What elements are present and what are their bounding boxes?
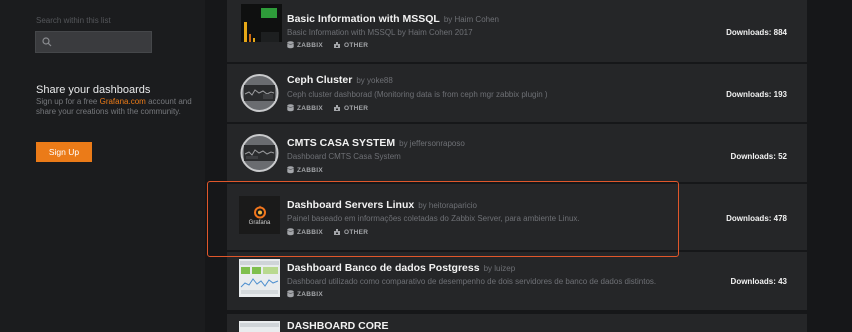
share-title: Share your dashboards — [36, 84, 151, 96]
sign-up-button[interactable]: Sign Up — [36, 142, 92, 162]
dashboard-title[interactable]: Ceph Cluster by yoke88 — [287, 74, 393, 86]
plugin-icon — [334, 42, 340, 48]
dashboard-tags: ZABBIX — [287, 166, 323, 174]
database-icon — [287, 104, 294, 112]
sidebar: Search within this list Share your dashb… — [0, 0, 205, 332]
dashboard-thumbnail-icon — [241, 4, 282, 42]
list-item[interactable]: Ceph Cluster by yoke88 Ceph cluster dashb… — [227, 64, 807, 122]
list-item[interactable]: Dashboard Banco de dados Postgress by lui… — [227, 252, 807, 310]
tag-label: ZABBIX — [297, 290, 323, 298]
dashboard-author: by Haim Cohen — [443, 15, 499, 24]
download-count: Downloads: 43 — [730, 277, 787, 286]
dashboard-title[interactable]: DASHBOARD CORE — [287, 320, 389, 332]
tag-zabbix: ZABBIX — [287, 290, 323, 298]
download-count: Downloads: 884 — [726, 28, 787, 37]
tag-zabbix: ZABBIX — [287, 104, 323, 112]
dashboard-thumbnail-icon — [239, 259, 280, 297]
download-count: Downloads: 478 — [726, 214, 787, 223]
dashboard-tags: ZABBIX OTHER — [287, 104, 368, 112]
search-label: Search within this list — [36, 16, 111, 25]
list-item[interactable]: DASHBOARD CORE — [227, 314, 807, 332]
dashboard-title-text[interactable]: DASHBOARD CORE — [287, 320, 389, 332]
database-icon — [287, 41, 294, 49]
tag-label: ZABBIX — [297, 166, 323, 174]
circle-dashboard-thumbnail-icon — [239, 134, 280, 172]
dashboard-title-text[interactable]: CMTS CASA SYSTEM — [287, 137, 395, 149]
dashboard-author: by luizep — [483, 264, 516, 273]
plugin-icon — [334, 105, 340, 111]
dashboard-tags: ZABBIX OTHER — [287, 41, 368, 49]
list-item[interactable]: Basic Information with MSSQL by Haim Cohe… — [227, 0, 807, 62]
dashboard-description: Dashboard utilizado como comparativo de … — [287, 277, 657, 286]
tag-zabbix: ZABBIX — [287, 41, 323, 49]
tag-label: OTHER — [344, 104, 369, 112]
download-count: Downloads: 52 — [730, 152, 787, 161]
search-input[interactable] — [35, 31, 152, 53]
tag-label: ZABBIX — [297, 41, 323, 49]
selection-highlight — [207, 181, 679, 257]
dashboard-description: Basic Information with MSSQL by Haim Coh… — [287, 28, 473, 37]
database-icon — [287, 166, 294, 174]
tag-other: OTHER — [333, 104, 368, 112]
tag-other: OTHER — [333, 41, 368, 49]
dashboard-description: Dashboard CMTS Casa System — [287, 152, 401, 161]
search-icon — [42, 37, 52, 47]
dashboard-title[interactable]: Dashboard Banco de dados Postgress by lui… — [287, 262, 515, 274]
dashboard-title-text[interactable]: Ceph Cluster — [287, 74, 352, 86]
database-icon — [287, 290, 294, 298]
dashboard-title-text[interactable]: Basic Information with MSSQL — [287, 13, 440, 25]
dashboard-title[interactable]: Basic Information with MSSQL by Haim Cohe… — [287, 13, 499, 25]
tag-zabbix: ZABBIX — [287, 166, 323, 174]
dashboard-description: Ceph cluster dashborad (Monitoring data … — [287, 90, 548, 99]
circle-dashboard-thumbnail-icon — [239, 74, 280, 112]
dashboard-list: Basic Information with MSSQL by Haim Cohe… — [227, 0, 807, 332]
grafana-com-link[interactable]: Grafana.com — [100, 97, 146, 106]
share-text: Sign up for a free Grafana.com account a… — [36, 97, 196, 117]
dashboard-title-text[interactable]: Dashboard Banco de dados Postgress — [287, 262, 480, 274]
list-item[interactable]: CMTS CASA SYSTEM by jeffersonraposo Dashb… — [227, 124, 807, 182]
dashboard-thumbnail-icon — [239, 320, 280, 332]
tag-label: ZABBIX — [297, 104, 323, 112]
download-count: Downloads: 193 — [726, 90, 787, 99]
share-text-part: Sign up for a free — [36, 97, 100, 106]
dashboard-author: by jeffersonraposo — [399, 139, 465, 148]
tag-label: OTHER — [344, 41, 369, 49]
dashboard-author: by yoke88 — [356, 76, 393, 85]
dashboard-tags: ZABBIX — [287, 290, 323, 298]
dashboard-title[interactable]: CMTS CASA SYSTEM by jeffersonraposo — [287, 137, 465, 149]
